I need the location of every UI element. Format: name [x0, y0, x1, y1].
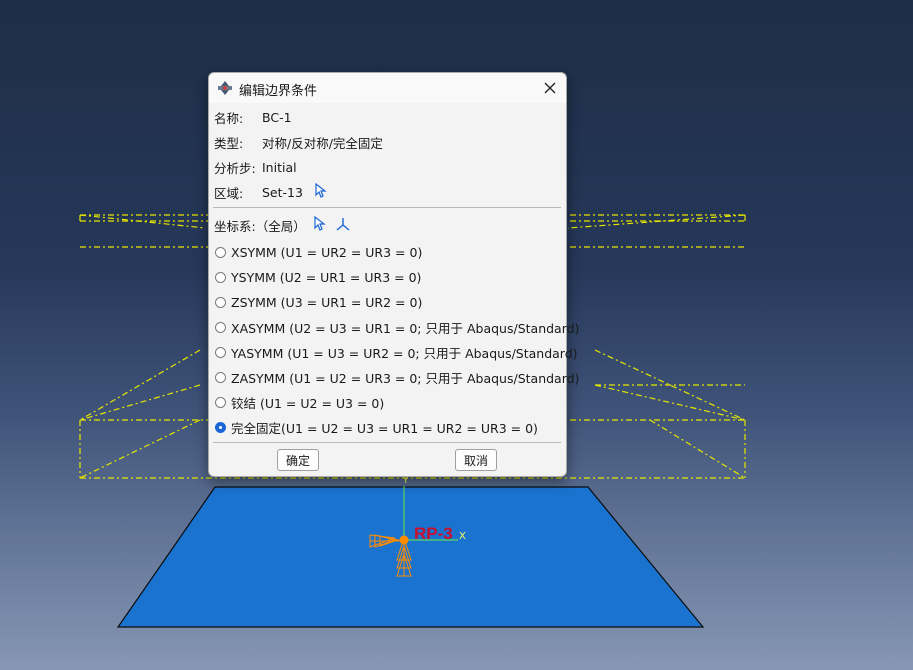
radio-button[interactable]: [215, 246, 226, 258]
option-xsymm[interactable]: XSYMM (U1 = UR2 = UR3 = 0): [215, 243, 422, 261]
radio-button[interactable]: [215, 271, 226, 283]
ok-button[interactable]: 确定: [277, 449, 320, 471]
radio-button[interactable]: [215, 396, 226, 408]
type-label: 类型:: [214, 135, 244, 151]
radio-button[interactable]: [215, 346, 226, 358]
region-value: Set-13: [262, 184, 303, 200]
option-xasymm[interactable]: XASYMM (U2 = U3 = UR1 = 0; 只用于 Abaqus/St…: [215, 318, 579, 336]
csys-label: 坐标系:: [214, 218, 256, 234]
separator: [213, 442, 561, 443]
option-pinned[interactable]: 铰结 (U1 = U2 = U3 = 0): [215, 393, 384, 411]
option-zasymm[interactable]: ZASYMM (U1 = U2 = UR3 = 0; 只用于 Abaqus/St…: [215, 368, 579, 386]
axis-x-label: X: [459, 531, 466, 542]
option-label: XASYMM (U2 = U3 = UR1 = 0; 只用于 Abaqus/St…: [231, 320, 580, 336]
radio-button[interactable]: [215, 296, 226, 308]
edit-region-button[interactable]: [315, 182, 327, 201]
edit-csys-button[interactable]: [314, 215, 326, 234]
csys-value: （全局）: [255, 218, 306, 234]
option-ysymm[interactable]: YSYMM (U2 = UR1 = UR3 = 0): [215, 268, 421, 286]
close-button[interactable]: [540, 78, 560, 98]
select-arrow-icon: [315, 182, 327, 198]
dialog-titlebar[interactable]: 编辑边界条件: [209, 73, 566, 103]
option-label: 铰结 (U1 = U2 = U3 = 0): [231, 395, 385, 411]
option-label: ZSYMM (U3 = UR1 = UR2 = 0): [231, 294, 423, 310]
option-zsymm[interactable]: ZSYMM (U3 = UR1 = UR2 = 0): [215, 293, 422, 311]
close-icon: [544, 82, 556, 94]
region-label: 区域:: [214, 185, 244, 201]
option-label: 完全固定(U1 = U2 = U3 = UR1 = UR2 = UR3 = 0): [231, 420, 538, 436]
option-label: ZASYMM (U1 = U2 = UR3 = 0; 只用于 Abaqus/St…: [231, 370, 580, 386]
type-row: 类型: 对称/反对称/完全固定: [214, 133, 383, 151]
dialog-title: 编辑边界条件: [239, 84, 318, 99]
create-csys-button[interactable]: [336, 217, 350, 234]
axis-y-label: Y: [403, 476, 409, 486]
cancel-button[interactable]: 取消: [455, 449, 498, 471]
radio-button[interactable]: [215, 371, 226, 383]
option-yasymm[interactable]: YASYMM (U1 = U3 = UR2 = 0; 只用于 Abaqus/St…: [215, 343, 578, 361]
step-row: 分析步: Initial: [214, 158, 297, 176]
option-label: YSYMM (U2 = UR1 = UR3 = 0): [231, 269, 422, 285]
radio-button[interactable]: [215, 321, 226, 333]
name-row: 名称: BC-1: [214, 108, 292, 126]
region-row: 区域: Set-13: [214, 182, 327, 201]
csys-axes-icon: [336, 217, 350, 231]
step-label: 分析步:: [214, 160, 256, 176]
app-icon: [217, 80, 233, 99]
step-value: Initial: [262, 159, 297, 175]
radio-button-selected[interactable]: [215, 421, 226, 433]
option-label: YASYMM (U1 = U3 = UR2 = 0; 只用于 Abaqus/St…: [231, 345, 578, 361]
option-label: XSYMM (U1 = UR2 = UR3 = 0): [231, 244, 423, 260]
separator: [213, 207, 561, 208]
edit-boundary-condition-dialog: 编辑边界条件 名称: BC-1 类型: 对称/反对称/完全固定 分析步: Ini…: [208, 72, 579, 477]
type-value: 对称/反对称/完全固定: [262, 135, 383, 151]
reference-point-label: RP-3: [414, 524, 453, 543]
name-value: BC-1: [262, 109, 292, 125]
csys-row: 坐标系: （全局）: [214, 215, 350, 234]
name-label: 名称:: [214, 110, 244, 126]
select-arrow-icon: [314, 215, 326, 231]
option-encastre[interactable]: 完全固定(U1 = U2 = U3 = UR1 = UR2 = UR3 = 0): [215, 418, 538, 436]
